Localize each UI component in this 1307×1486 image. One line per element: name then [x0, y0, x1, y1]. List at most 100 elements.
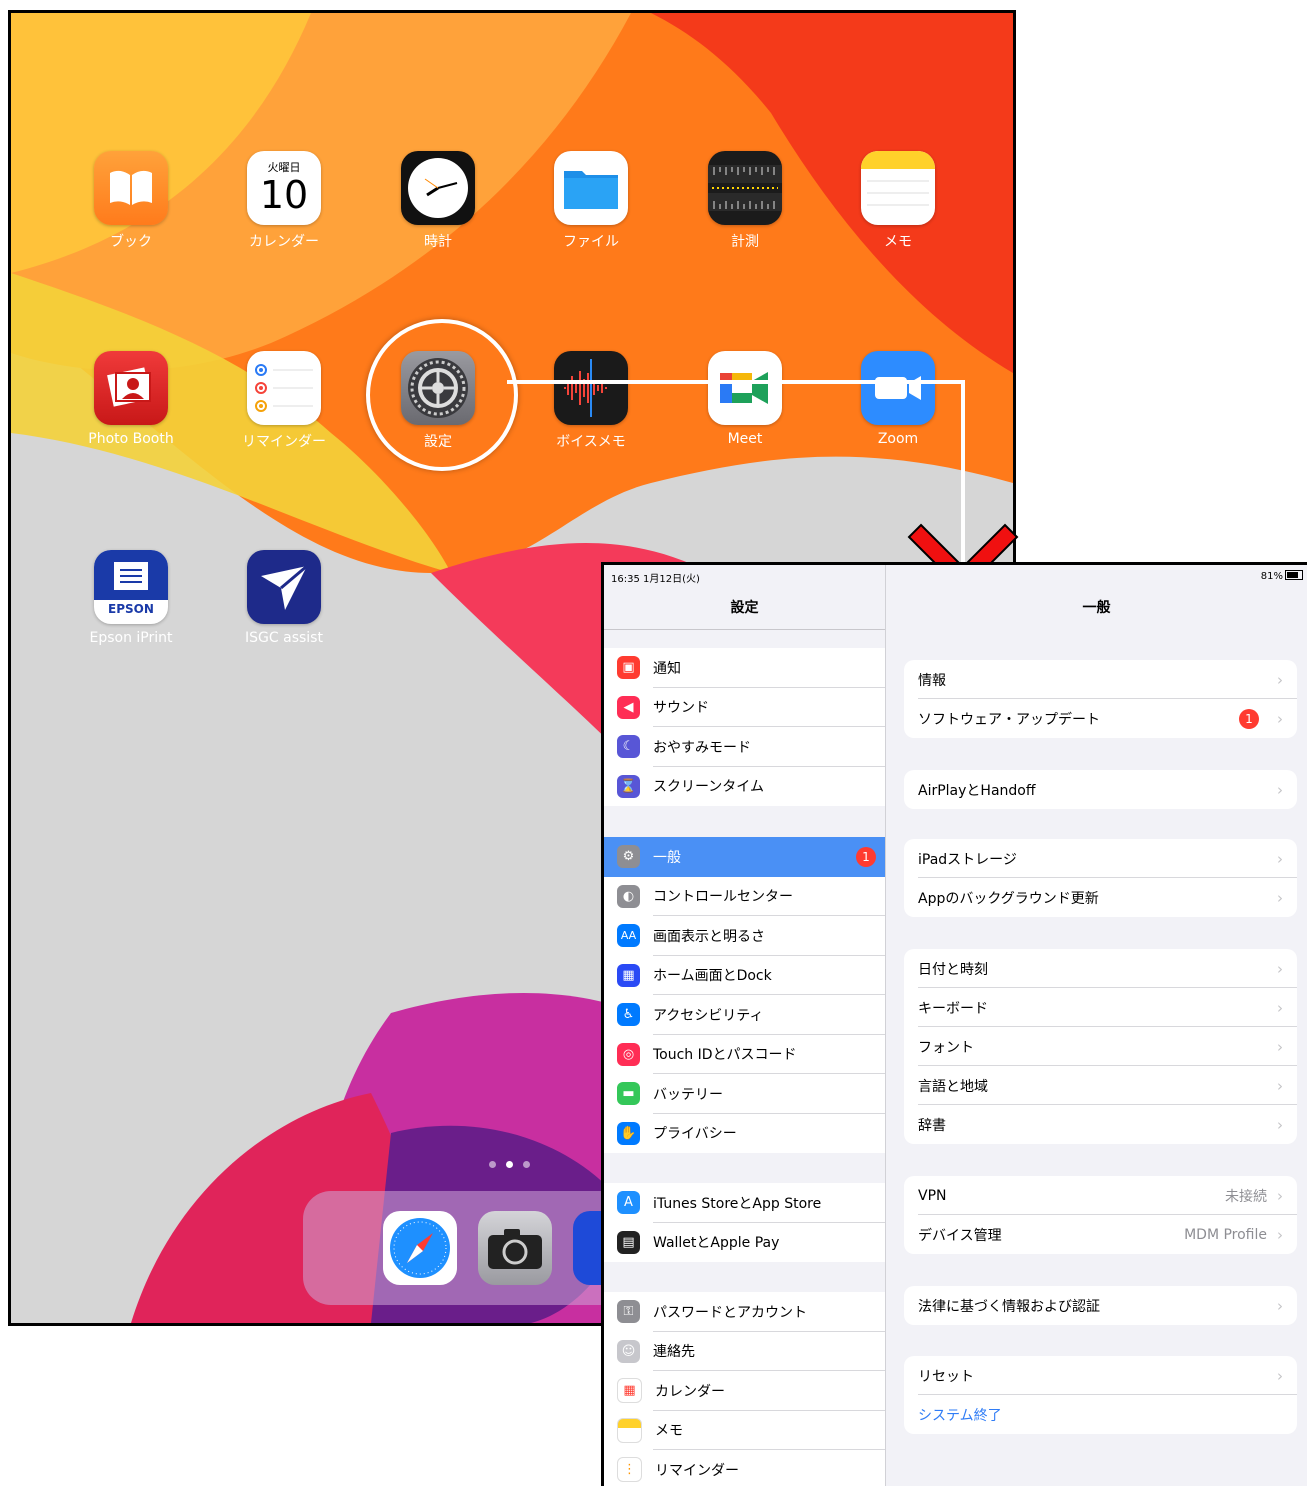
row-label: キーボード	[918, 1000, 988, 1017]
app-isgc-assist[interactable]: ISGC assist	[224, 550, 344, 646]
sidebar-item-label: Touch IDとパスコード	[653, 1047, 797, 1064]
app-reminders[interactable]: リマインダー	[224, 351, 344, 451]
notes-icon	[861, 151, 935, 225]
page-indicator[interactable]	[489, 1153, 540, 1172]
app-books[interactable]: ブック	[71, 151, 191, 251]
row-device-management[interactable]: デバイス管理 MDM Profile ›	[904, 1215, 1297, 1254]
row-software-update[interactable]: ソフトウェア・アップデート 1 ›	[904, 699, 1297, 738]
app-calendar[interactable]: 火曜日 10 カレンダー	[224, 151, 344, 251]
sidebar-item-notifications[interactable]: ▣ 通知	[604, 648, 885, 688]
vpn-status: 未接続	[1225, 1188, 1267, 1205]
reminders-icon: ⋮	[617, 1457, 642, 1483]
hourglass-icon: ⌛	[617, 774, 640, 798]
row-label: 言語と地域	[918, 1078, 988, 1095]
sidebar-item-calendar[interactable]: ▦ カレンダー	[604, 1371, 885, 1411]
sidebar-item-general[interactable]: ⚙ 一般 1	[604, 837, 885, 877]
sidebar-item-label: コントロールセンター	[653, 889, 793, 906]
sidebar-item-label: アクセシビリティ	[653, 1007, 764, 1024]
app-clock[interactable]: 時計	[378, 151, 498, 251]
app-label: ファイル	[563, 234, 619, 250]
app-label: メモ	[884, 234, 912, 250]
meet-icon	[708, 351, 782, 425]
chevron-right-icon: ›	[1277, 1076, 1283, 1095]
sidebar-item-label: スクリーンタイム	[653, 779, 765, 796]
camera-icon[interactable]	[478, 1211, 552, 1285]
row-airplay-handoff[interactable]: AirPlayとHandoff ›	[904, 770, 1297, 809]
app-photo-booth[interactable]: Photo Booth	[71, 351, 191, 447]
sidebar-group-3: AiTunes StoreとApp Store ▤ WalletとApple Pa…	[604, 1183, 885, 1262]
app-label: 計測	[731, 234, 759, 250]
accessibility-icon: ♿	[617, 1003, 640, 1027]
row-label: VPN	[918, 1187, 947, 1204]
sidebar-item-do-not-disturb[interactable]: ☾ おやすみモード	[604, 727, 885, 767]
sidebar-item-contacts[interactable]: ☺ 連絡先	[604, 1332, 885, 1371]
ruler-icon	[708, 151, 782, 225]
safari-icon[interactable]	[383, 1211, 457, 1285]
app-label: カレンダー	[249, 234, 319, 250]
sidebar-item-control-center[interactable]: ◐ コントロールセンター	[604, 877, 885, 916]
row-keyboard[interactable]: キーボード ›	[904, 988, 1297, 1027]
page-dot	[489, 1161, 496, 1168]
sidebar-item-touch-id[interactable]: ◎ Touch IDとパスコード	[604, 1035, 885, 1074]
sidebar-item-sounds[interactable]: ◀ サウンド	[604, 688, 885, 727]
chevron-right-icon: ›	[1277, 998, 1283, 1017]
row-legal[interactable]: 法律に基づく情報および認証 ›	[904, 1286, 1297, 1325]
app-voice-memos[interactable]: ボイスメモ	[531, 351, 651, 451]
sidebar-item-label: カレンダー	[655, 1383, 725, 1400]
moon-icon: ☾	[617, 735, 640, 759]
row-reset[interactable]: リセット ›	[904, 1356, 1297, 1395]
row-vpn[interactable]: VPN 未接続 ›	[904, 1176, 1297, 1215]
sidebar-item-battery[interactable]: ▬ バッテリー	[604, 1074, 885, 1114]
chevron-right-icon: ›	[1277, 959, 1283, 978]
general-group-6: 法律に基づく情報および認証 ›	[904, 1286, 1297, 1325]
sidebar-item-privacy[interactable]: ✋ プライバシー	[604, 1114, 885, 1154]
sidebar-item-display[interactable]: AA 画面表示と明るさ	[604, 916, 885, 956]
sidebar-item-notes[interactable]: メモ	[604, 1411, 885, 1450]
sidebar-item-screen-time[interactable]: ⌛ スクリーンタイム	[604, 767, 885, 807]
sidebar-item-passwords[interactable]: ⚿ パスワードとアカウント	[604, 1292, 885, 1332]
sidebar-item-label: おやすみモード	[653, 739, 751, 756]
chevron-right-icon: ›	[1277, 849, 1283, 868]
sidebar-item-label: 画面表示と明るさ	[653, 928, 765, 945]
row-label: ソフトウェア・アップデート	[918, 711, 1100, 728]
app-measure[interactable]: 計測	[685, 151, 805, 251]
sidebar-item-label: プライバシー	[653, 1126, 737, 1143]
update-badge: 1	[1239, 708, 1259, 729]
app-meet[interactable]: Meet	[685, 351, 805, 447]
row-language-region[interactable]: 言語と地域 ›	[904, 1066, 1297, 1105]
sidebar-title: 設定	[730, 600, 759, 616]
home-grid-icon: ▦	[617, 963, 640, 987]
sidebar-item-label: iTunes StoreとApp Store	[653, 1195, 822, 1212]
sidebar-item-accessibility[interactable]: ♿ アクセシビリティ	[604, 995, 885, 1035]
row-dictionary[interactable]: 辞書 ›	[904, 1105, 1297, 1144]
general-title: 一般	[1082, 600, 1111, 616]
row-date-time[interactable]: 日付と時刻 ›	[904, 949, 1297, 988]
general-group-3: iPadストレージ › Appのバックグラウンド更新 ›	[904, 839, 1297, 917]
row-about[interactable]: 情報 ›	[904, 660, 1297, 699]
app-files[interactable]: ファイル	[531, 151, 651, 251]
sidebar-item-wallet[interactable]: ▤ WalletとApple Pay	[604, 1223, 885, 1263]
page-dot-active	[506, 1161, 513, 1168]
app-zoom[interactable]: Zoom	[838, 351, 958, 447]
row-fonts[interactable]: フォント ›	[904, 1027, 1297, 1066]
app-label: ボイスメモ	[556, 434, 626, 450]
sidebar-item-reminders[interactable]: ⋮ リマインダー	[604, 1450, 885, 1486]
settings-highlight-circle	[366, 319, 518, 471]
row-background-refresh[interactable]: Appのバックグラウンド更新 ›	[904, 878, 1297, 917]
fingerprint-icon: ◎	[617, 1042, 640, 1066]
zoom-icon	[861, 351, 935, 425]
chevron-right-icon: ›	[1277, 1115, 1283, 1134]
app-epson-iprint[interactable]: EPSON Epson iPrint	[71, 550, 191, 646]
sidebar-item-label: パスワードとアカウント	[653, 1304, 807, 1321]
chevron-right-icon: ›	[1277, 780, 1283, 799]
calendar-icon: 火曜日 10	[247, 151, 321, 225]
sidebar-item-home-screen-dock[interactable]: ▦ ホーム画面とDock	[604, 956, 885, 995]
notes-icon	[617, 1417, 642, 1443]
row-ipad-storage[interactable]: iPadストレージ ›	[904, 839, 1297, 878]
chevron-right-icon: ›	[1277, 888, 1283, 907]
shut-down-link[interactable]: システム終了	[904, 1395, 1297, 1434]
photo-booth-icon	[94, 351, 168, 425]
sidebar-item-app-store[interactable]: AiTunes StoreとApp Store	[604, 1183, 885, 1223]
sidebar-group-1: ▣ 通知 ◀ サウンド ☾ おやすみモード ⌛ スクリーンタイム	[604, 648, 885, 806]
app-notes[interactable]: メモ	[838, 151, 958, 251]
